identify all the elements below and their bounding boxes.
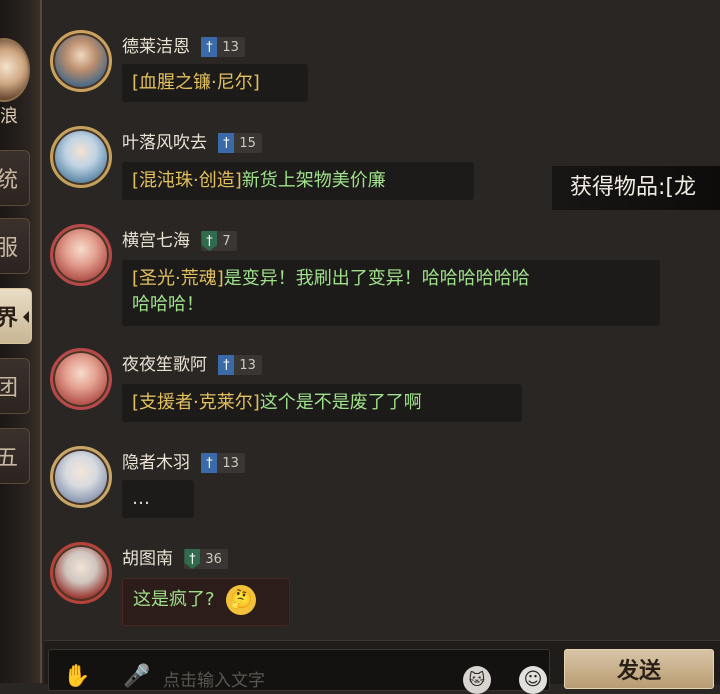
send-button[interactable]: 发送 <box>564 649 714 689</box>
item-link[interactable]: [圣光·荒魂] <box>132 268 224 289</box>
item-link[interactable]: [混沌珠·创造] <box>132 170 242 191</box>
voice-icon[interactable]: 🎤 <box>123 664 150 690</box>
message-text: … <box>132 488 150 509</box>
level-badge: † 36 <box>184 549 228 569</box>
sender-name[interactable]: 夜夜笙歌阿 † 13 <box>122 350 262 375</box>
message-text: 新货上架物美价廉 <box>241 170 386 191</box>
message-bubble: [混沌珠·创造]新货上架物美价廉 <box>122 162 474 200</box>
avatar[interactable] <box>50 224 112 286</box>
message-bubble: … <box>122 480 194 518</box>
tab-guild[interactable]: 团 <box>0 358 30 414</box>
message-text: 是变异！我刷出了变异！哈哈哈哈哈哈 <box>223 268 530 289</box>
message-text: 这是疯了? <box>133 589 215 610</box>
hand-icon[interactable]: ✋ <box>63 664 90 690</box>
avatar[interactable] <box>50 446 112 508</box>
level-badge: † 15 <box>218 133 262 153</box>
item-obtained-notice: 获得物品:[龙 <box>552 166 720 210</box>
chat-list[interactable]: 德莱洁恩 † 13 [血腥之镰·尼尔] 叶落风吹去 † 15 [混沌珠·创造]新货上… <box>44 0 720 640</box>
message-bubble: 这是疯了? 🤔 <box>122 578 290 626</box>
player-avatar[interactable] <box>0 38 30 102</box>
sword-icon: † <box>218 133 235 153</box>
cat-emoji-icon[interactable]: 🐱 <box>463 666 491 694</box>
avatar[interactable] <box>50 542 112 604</box>
tab-system[interactable]: 统 <box>0 150 30 206</box>
sender-name[interactable]: 德莱洁恩 † 13 <box>122 32 245 57</box>
player-name: 浪 <box>0 106 18 127</box>
tab-team[interactable]: 五 <box>0 428 30 484</box>
message-bubble: [血腥之镰·尼尔] <box>122 64 308 102</box>
message-bubble: [支援者·克莱尔]这个是不是废了了啊 <box>122 384 522 422</box>
tab-world[interactable]: 界 <box>0 288 32 344</box>
thinking-emoji-icon: 🤔 <box>226 585 257 615</box>
message-bubble: [圣光·荒魂]是变异！我刷出了变异！哈哈哈哈哈哈 哈哈哈！ <box>122 260 660 326</box>
sender-name[interactable]: 胡图南 † 36 <box>122 544 228 569</box>
sword-icon: † <box>201 453 218 473</box>
sword-icon: † <box>201 37 218 57</box>
shield-icon: † <box>184 549 201 569</box>
channel-rail: 浪 统 服 界 团 五 <box>0 0 42 683</box>
sender-name[interactable]: 横宫七海 † 7 <box>122 226 237 251</box>
avatar[interactable] <box>50 126 112 188</box>
shield-icon: † <box>201 231 218 251</box>
input-placeholder: 点击输入文字 <box>163 671 265 691</box>
item-link[interactable]: [支援者·克莱尔] <box>132 392 260 413</box>
tab-server[interactable]: 服 <box>0 218 30 274</box>
level-badge: † 13 <box>218 355 262 375</box>
sword-icon: † <box>218 355 235 375</box>
chat-input[interactable]: ✋ 🎤 点击输入文字 🐱 ☺ <box>48 649 550 694</box>
item-link[interactable]: [血腥之镰·尼尔] <box>132 72 260 93</box>
level-badge: † 13 <box>201 453 245 473</box>
avatar[interactable] <box>50 348 112 410</box>
message-text: 这个是不是废了了啊 <box>259 392 422 413</box>
avatar[interactable] <box>50 30 112 92</box>
sender-name[interactable]: 叶落风吹去 † 15 <box>122 128 262 153</box>
message-text: 哈哈哈！ <box>132 294 204 315</box>
chat-input-bar: ✋ 🎤 点击输入文字 🐱 ☺ 发送 <box>44 640 720 694</box>
sender-name[interactable]: 隐者木羽 † 13 <box>122 448 245 473</box>
level-badge: † 13 <box>201 37 245 57</box>
smile-emoji-icon[interactable]: ☺ <box>519 666 547 694</box>
level-badge: † 7 <box>201 231 237 251</box>
